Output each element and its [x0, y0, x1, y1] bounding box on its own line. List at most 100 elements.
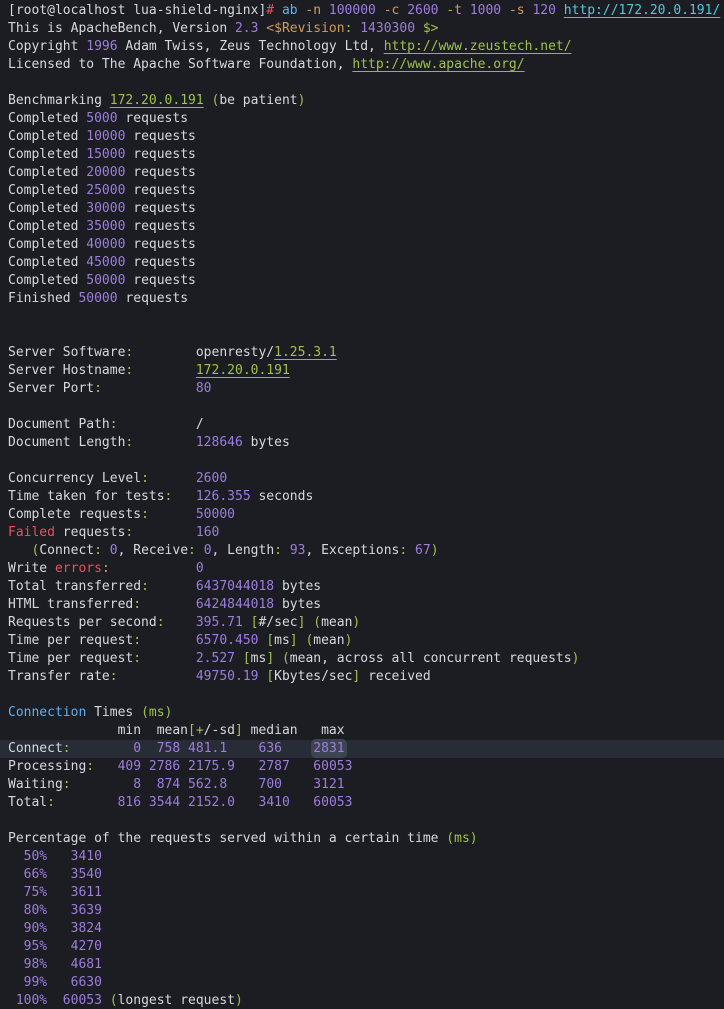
terminal-text: 126.355 — [196, 489, 251, 504]
terminal-screen[interactable]: [root@localhost lua-shield-nginx]# ab -n… — [0, 0, 724, 1009]
terminal-text: seconds — [251, 489, 314, 504]
terminal-line: Finished 50000 requests — [8, 290, 724, 308]
terminal-text — [133, 345, 196, 360]
terminal-text: 874 — [157, 777, 180, 792]
terminal-text — [141, 777, 157, 792]
terminal-text: 2152.0 — [188, 795, 235, 810]
terminal-text: [ — [188, 723, 196, 738]
terminal-text: 93 — [290, 543, 306, 558]
terminal-text: 8 — [133, 777, 141, 792]
terminal-text: 128646 — [196, 435, 243, 450]
terminal-text — [47, 957, 70, 972]
terminal-text: Completed — [8, 183, 86, 198]
terminal-line: HTML transferred: 6424844018 bytes — [8, 596, 724, 614]
terminal-text — [235, 795, 258, 810]
terminal-text — [8, 993, 16, 1008]
terminal-text: -t — [446, 3, 462, 18]
terminal-text — [47, 903, 70, 918]
terminal-text — [8, 885, 24, 900]
terminal-text: : — [274, 543, 282, 558]
terminal-line: 99% 6630 — [8, 974, 724, 992]
terminal-text: mean, across all concurrent requests — [290, 651, 572, 666]
terminal-text: Benchmarking — [8, 93, 110, 108]
terminal-line: 100% 60053 (longest request) — [8, 992, 724, 1009]
terminal-text — [47, 867, 70, 882]
terminal-line: [root@localhost lua-shield-nginx]# ab -n… — [8, 2, 724, 20]
terminal-text: 2600 — [407, 3, 438, 18]
terminal-line: Completed 15000 requests — [8, 146, 724, 164]
terminal-text: (ms) — [446, 831, 477, 846]
terminal-text: 40000 — [86, 237, 125, 252]
terminal-text: mean — [313, 633, 344, 648]
terminal-text: ( — [313, 615, 321, 630]
terminal-text: Processing — [8, 759, 86, 774]
terminal-text: ) — [572, 651, 580, 666]
terminal-text: Server Software — [8, 345, 125, 360]
terminal-text: 100000 — [329, 3, 376, 18]
terminal-text: be patient — [219, 93, 297, 108]
terminal-text: 3410 — [259, 795, 290, 810]
terminal-text: 3611 — [71, 885, 102, 900]
terminal-line — [8, 398, 724, 416]
terminal-text — [149, 507, 196, 522]
terminal-text — [235, 759, 258, 774]
terminal-text: requests — [125, 273, 195, 288]
terminal-text: 6424844018 — [196, 597, 274, 612]
terminal-text — [8, 939, 24, 954]
terminal-link[interactable]: http://www.apache.org/ — [352, 57, 524, 72]
terminal-link[interactable]: http://172.20.0.191/ — [564, 3, 721, 18]
terminal-text — [8, 543, 31, 558]
terminal-text: ) — [298, 93, 306, 108]
terminal-text — [141, 651, 196, 666]
terminal-text: 98% — [24, 957, 47, 972]
terminal-text — [235, 651, 243, 666]
terminal-text: ab — [282, 3, 298, 18]
terminal-text: Times — [86, 705, 141, 720]
terminal-text: , Exceptions — [305, 543, 399, 558]
terminal-text: requests — [118, 291, 188, 306]
terminal-text: HTML transferred — [8, 597, 133, 612]
terminal-line: Failed requests: 160 — [8, 524, 724, 542]
terminal-text: Waiting — [8, 777, 63, 792]
terminal-text: Failed — [8, 525, 55, 540]
terminal-line: This is ApacheBench, Version 2.3 <$Revis… — [8, 20, 724, 38]
terminal-link[interactable]: http://www.zeustech.net/ — [384, 39, 572, 54]
terminal-text — [165, 615, 196, 630]
terminal-text: Transfer rate — [8, 669, 110, 684]
terminal-text: 75% — [24, 885, 47, 900]
terminal-text: requests — [125, 129, 195, 144]
terminal-text: <$Revision — [266, 21, 344, 36]
terminal-text: 5000 — [86, 111, 117, 126]
terminal-text — [71, 777, 134, 792]
terminal-text — [290, 795, 313, 810]
terminal-text — [102, 993, 110, 1008]
terminal-text — [118, 417, 196, 432]
terminal-text: longest request — [118, 993, 235, 1008]
terminal-line — [8, 326, 724, 344]
terminal-text: 2786 — [149, 759, 180, 774]
terminal-text: bytes — [274, 579, 321, 594]
terminal-text: : — [86, 759, 94, 774]
terminal-text — [180, 741, 188, 756]
terminal-text: 45000 — [86, 255, 125, 270]
terminal-text: Document Path — [8, 417, 110, 432]
terminal-line — [8, 452, 724, 470]
terminal-text: 395.71 — [196, 615, 243, 630]
terminal-text: min mean — [8, 723, 188, 738]
terminal-text: : — [133, 633, 141, 648]
terminal-text: /-sd — [204, 723, 235, 738]
terminal-text: 0 — [133, 741, 141, 756]
terminal-text: Connection — [8, 705, 86, 720]
terminal-line: 66% 3540 — [8, 866, 724, 884]
terminal-text — [102, 381, 196, 396]
terminal-text: 1430300 — [360, 21, 415, 36]
terminal-text: bytes — [274, 597, 321, 612]
terminal-text: 4270 — [71, 939, 102, 954]
terminal-text: 6630 — [71, 975, 102, 990]
terminal-text: Completed — [8, 201, 86, 216]
terminal-text: Completed — [8, 237, 86, 252]
terminal-line: Time taken for tests: 126.355 seconds — [8, 488, 724, 506]
terminal-text — [321, 3, 329, 18]
terminal-text: $> — [423, 21, 439, 36]
terminal-text: 4681 — [71, 957, 102, 972]
